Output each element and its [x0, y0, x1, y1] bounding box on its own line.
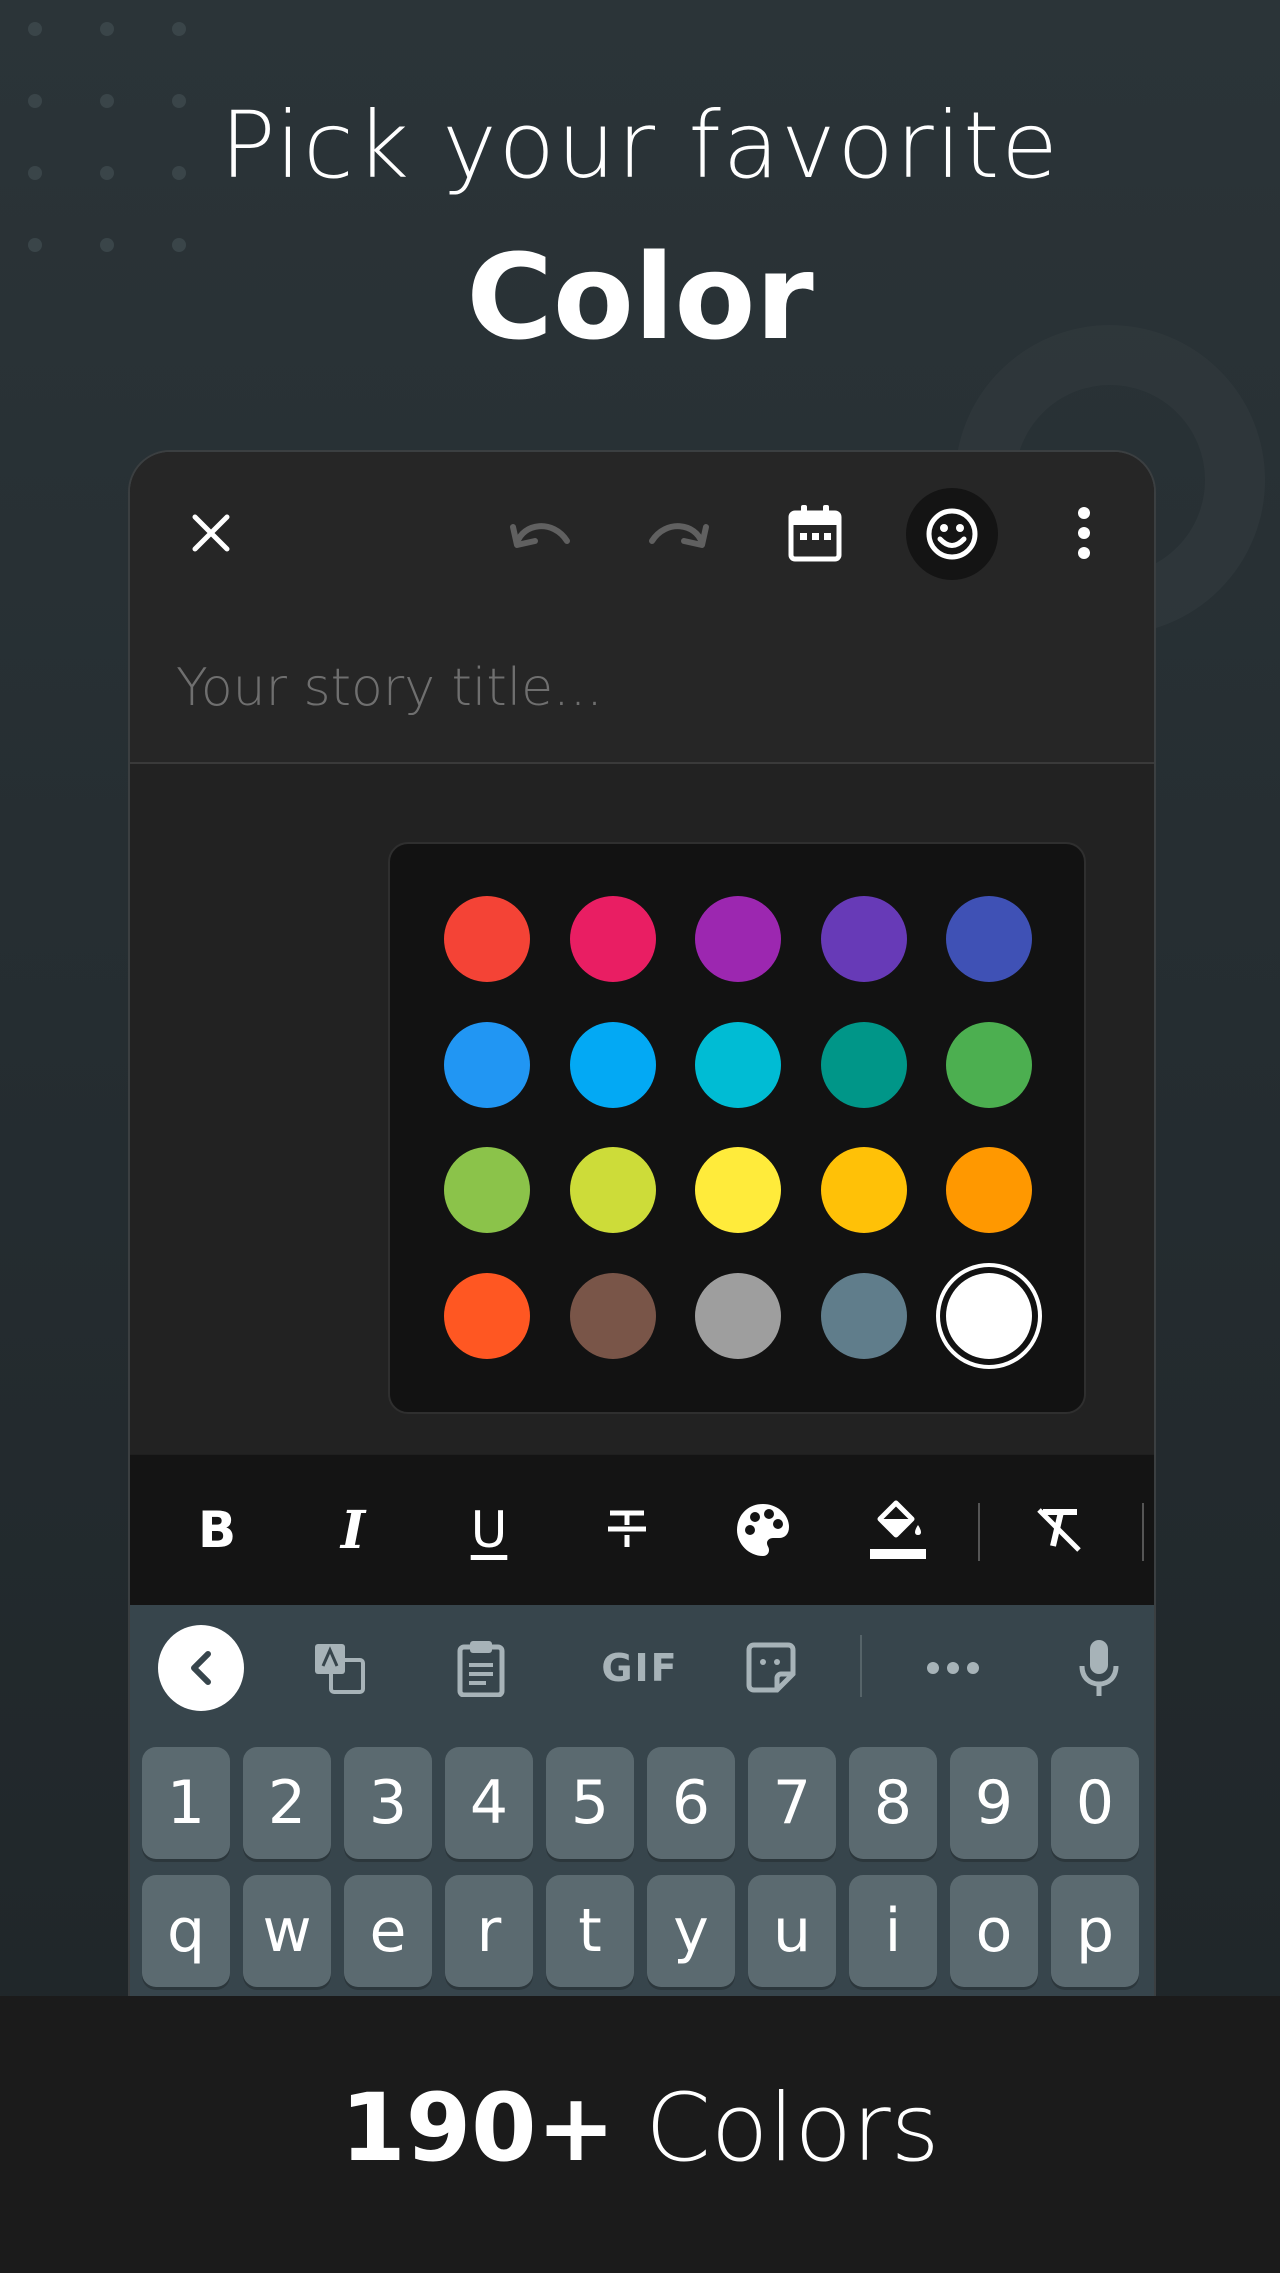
- undo-icon[interactable]: [508, 500, 574, 566]
- color-swatch[interactable]: [569, 896, 656, 982]
- bold-label: B: [197, 1501, 237, 1559]
- toolbar-divider: [978, 1503, 980, 1561]
- key-t[interactable]: t: [546, 1875, 634, 1987]
- underline-label: U: [470, 1501, 508, 1559]
- underline-button[interactable]: U: [454, 1495, 524, 1565]
- key-r[interactable]: r: [445, 1875, 533, 1987]
- footer-count: 190+: [340, 2074, 616, 2183]
- key-u[interactable]: u: [748, 1875, 836, 1987]
- key-o[interactable]: o: [950, 1875, 1038, 1987]
- color-swatch[interactable]: [444, 1021, 530, 1108]
- calendar-icon[interactable]: [780, 498, 850, 568]
- clear-format-icon[interactable]: [1024, 1495, 1094, 1565]
- strikethrough-icon[interactable]: [592, 1495, 662, 1565]
- color-swatch[interactable]: [820, 896, 907, 982]
- text-color-palette-icon[interactable]: [728, 1495, 798, 1565]
- footer-caption: 190+ Colors: [0, 2074, 1280, 2183]
- highlight-fill-icon[interactable]: [860, 1495, 936, 1565]
- gif-label: GIF: [601, 1646, 679, 1690]
- footer-label: Colors: [645, 2074, 940, 2183]
- editor-toolbar: [130, 452, 1154, 612]
- gif-button[interactable]: GIF: [580, 1635, 700, 1701]
- key-2[interactable]: 2: [243, 1747, 331, 1859]
- color-swatch[interactable]: [695, 896, 781, 982]
- decorative-dot: [172, 22, 186, 36]
- more-vert-icon[interactable]: [1054, 498, 1114, 568]
- hero-headline: Pick your favorite: [220, 92, 1060, 199]
- key-1[interactable]: 1: [142, 1747, 230, 1859]
- key-4[interactable]: 4: [445, 1747, 533, 1859]
- color-swatch[interactable]: [946, 1272, 1032, 1359]
- emoji-icon[interactable]: [906, 488, 998, 580]
- suggestion-divider: [860, 1635, 862, 1697]
- color-swatch[interactable]: [569, 1272, 656, 1359]
- key-q[interactable]: q: [142, 1875, 230, 1987]
- key-i[interactable]: i: [849, 1875, 937, 1987]
- color-swatch[interactable]: [695, 1021, 781, 1108]
- bold-button[interactable]: B: [182, 1495, 252, 1565]
- key-e[interactable]: e: [344, 1875, 432, 1987]
- italic-label: I: [340, 1499, 366, 1561]
- color-swatch[interactable]: [569, 1147, 656, 1233]
- color-swatch[interactable]: [444, 1272, 530, 1359]
- color-swatch[interactable]: [569, 1021, 656, 1108]
- mic-icon[interactable]: [1066, 1631, 1132, 1705]
- translate-icon[interactable]: [306, 1635, 372, 1701]
- key-y[interactable]: y: [647, 1875, 735, 1987]
- color-swatch[interactable]: [820, 1147, 907, 1233]
- key-0[interactable]: 0: [1051, 1747, 1139, 1859]
- toolbar-divider: [1142, 1503, 1144, 1561]
- color-swatch[interactable]: [946, 1147, 1032, 1233]
- color-swatch[interactable]: [820, 1021, 907, 1108]
- key-p[interactable]: p: [1051, 1875, 1139, 1987]
- footer-banner: 190+ Colors: [0, 1996, 1280, 2273]
- hero-subheadline: Color: [466, 228, 814, 366]
- color-swatch[interactable]: [946, 896, 1032, 982]
- key-7[interactable]: 7: [748, 1747, 836, 1859]
- key-8[interactable]: 8: [849, 1747, 937, 1859]
- close-icon[interactable]: [178, 500, 244, 566]
- keyboard: GIF 1234567890 qwertyuiop: [130, 1605, 1154, 1998]
- key-6[interactable]: 6: [647, 1747, 735, 1859]
- keyboard-suggestion-bar: GIF: [130, 1605, 1154, 1733]
- decorative-dot: [28, 22, 42, 36]
- clipboard-icon[interactable]: [448, 1635, 514, 1701]
- color-swatch[interactable]: [695, 1272, 781, 1359]
- chevron-left-icon[interactable]: [158, 1625, 244, 1711]
- color-swatch[interactable]: [444, 896, 530, 982]
- phone-mockup: B I U: [128, 450, 1156, 2000]
- key-5[interactable]: 5: [546, 1747, 634, 1859]
- color-swatch[interactable]: [820, 1272, 907, 1359]
- sticker-icon[interactable]: [738, 1635, 804, 1701]
- more-horiz-icon[interactable]: [920, 1635, 986, 1701]
- italic-button[interactable]: I: [318, 1495, 388, 1565]
- color-palette: [388, 842, 1086, 1414]
- format-toolbar: B I U: [130, 1455, 1154, 1605]
- decorative-dot: [100, 22, 114, 36]
- key-w[interactable]: w: [243, 1875, 331, 1987]
- redo-icon[interactable]: [645, 500, 711, 566]
- key-9[interactable]: 9: [950, 1747, 1038, 1859]
- color-swatch[interactable]: [444, 1147, 530, 1233]
- color-swatch[interactable]: [946, 1021, 1032, 1108]
- key-3[interactable]: 3: [344, 1747, 432, 1859]
- story-title-area: [130, 612, 1154, 764]
- color-swatch[interactable]: [695, 1147, 781, 1233]
- story-title-input[interactable]: [174, 652, 1078, 724]
